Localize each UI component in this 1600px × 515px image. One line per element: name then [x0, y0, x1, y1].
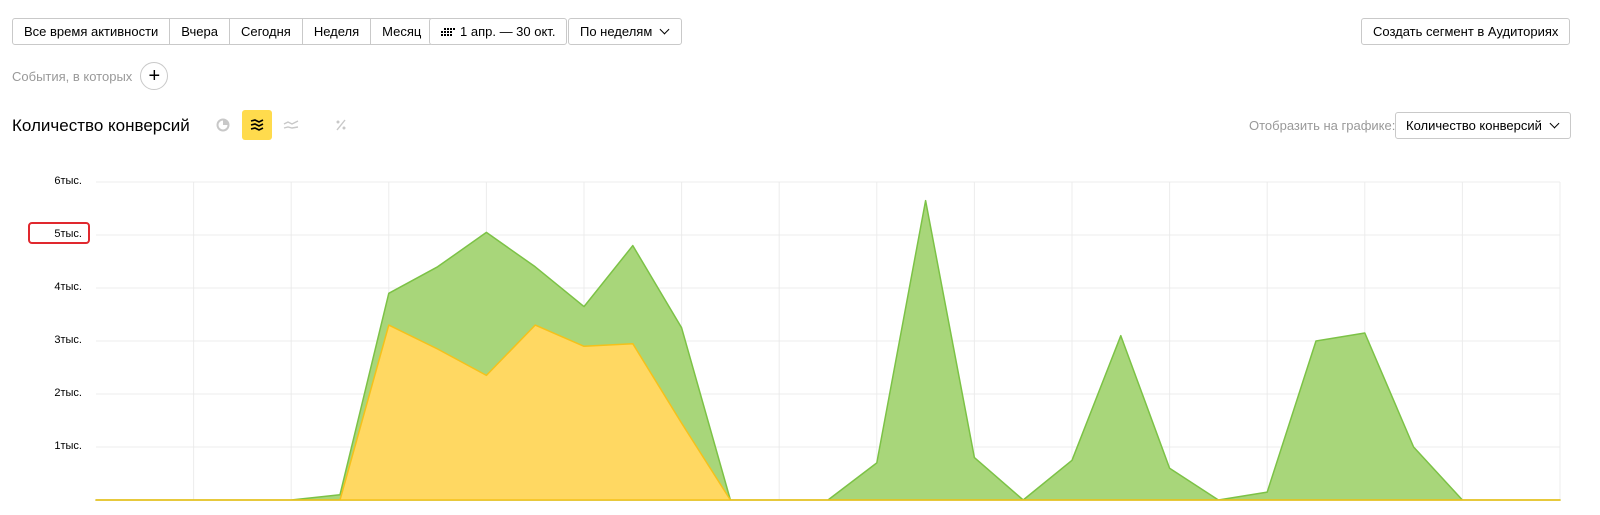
create-segment-button[interactable]: Создать сегмент в Аудиториях: [1361, 18, 1571, 45]
y-tick-label: 2тыс.: [54, 387, 82, 399]
grouping-label: По неделям: [580, 24, 653, 39]
y-tick-label: 1тыс.: [54, 440, 82, 452]
y-tick-label: 6тыс.: [54, 175, 82, 187]
period-all-time-button[interactable]: Все время активности: [12, 18, 171, 45]
display-on-chart-label: Отобразить на графике:: [1249, 118, 1396, 133]
period-month-button[interactable]: Месяц: [371, 18, 434, 45]
chart-mode-switcher: [208, 110, 356, 140]
date-range-button[interactable]: 1 апр. — 30 окт.: [429, 18, 568, 45]
chart-title: Количество конверсий: [12, 116, 190, 135]
chevron-down-icon: [659, 24, 670, 35]
conversions-chart: [95, 181, 1561, 501]
plus-icon[interactable]: +: [140, 62, 169, 90]
grouping-select[interactable]: По неделям: [568, 18, 683, 45]
y-tick-label: 3тыс.: [54, 334, 82, 346]
display-metric-value: Количество конверсий: [1406, 118, 1542, 133]
pie-chart-icon[interactable]: [208, 110, 238, 140]
date-range-label: 1 апр. — 30 окт.: [460, 24, 556, 39]
stacked-area-icon[interactable]: [242, 110, 272, 140]
period-today-button[interactable]: Сегодня: [229, 18, 303, 45]
y-tick-label: 4тыс.: [54, 281, 82, 293]
period-yesterday-button[interactable]: Вчера: [170, 18, 230, 45]
events-label: События, в которых: [12, 68, 133, 84]
line-chart-icon[interactable]: [276, 110, 306, 140]
highlighted-tick-box: [28, 222, 90, 244]
events-filter: События, в которых +: [12, 62, 169, 90]
calendar-grid-icon: [441, 27, 455, 36]
create-segment-label: Создать сегмент в Аудиториях: [1373, 24, 1559, 39]
period-week-button[interactable]: Неделя: [302, 18, 372, 45]
series-area-green[interactable]: [95, 199, 1561, 501]
chevron-down-icon: [1549, 118, 1560, 129]
display-metric-select[interactable]: Количество конверсий: [1395, 112, 1571, 139]
percent-icon[interactable]: [326, 110, 356, 140]
period-button-group: Все время активности Вчера Сегодня Недел…: [12, 18, 434, 45]
